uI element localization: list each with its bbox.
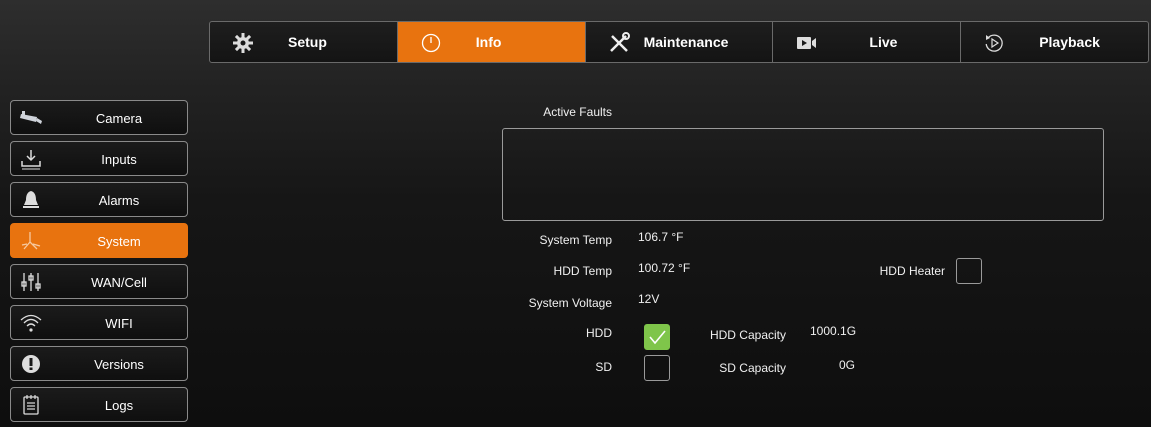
sidebar-item-alarms[interactable]: Alarms bbox=[10, 182, 188, 217]
tab-info[interactable]: Info bbox=[397, 22, 586, 62]
cctv-camera-icon bbox=[20, 111, 42, 124]
info-icon bbox=[22, 355, 40, 373]
hdd-temp-label: HDD Temp bbox=[553, 264, 612, 278]
hdd-heater-checkbox[interactable] bbox=[956, 258, 982, 284]
tab-maintenance-label: Maintenance bbox=[643, 34, 729, 50]
sidebar-item-logs[interactable]: Logs bbox=[10, 387, 188, 422]
sliders-icon bbox=[21, 273, 41, 291]
sd-label: SD bbox=[595, 360, 612, 374]
sidebar-item-label: Camera bbox=[95, 111, 143, 126]
sd-capacity-value: 0G bbox=[839, 358, 856, 372]
hdd-capacity-value: 1000.1G bbox=[810, 324, 857, 338]
sidebar-item-label: System bbox=[97, 234, 141, 249]
system-voltage-label: System Voltage bbox=[528, 296, 612, 310]
active-faults-label: Active Faults bbox=[543, 105, 612, 119]
wifi-icon bbox=[20, 314, 42, 332]
checkmark-icon bbox=[649, 330, 666, 345]
sidebar-item-wan-cell[interactable]: WAN/Cell bbox=[10, 264, 188, 299]
video-camera-icon bbox=[797, 37, 817, 49]
sd-capacity-label: SD Capacity bbox=[719, 361, 786, 375]
system-temp-value: 106.7 °F bbox=[638, 230, 684, 244]
tab-playback[interactable]: Playback bbox=[961, 22, 1148, 62]
system-voltage-value: 12V bbox=[638, 292, 660, 306]
tab-live[interactable]: Live bbox=[773, 22, 962, 62]
clock-icon bbox=[421, 33, 440, 53]
system-icon bbox=[21, 232, 41, 250]
sidebar-item-wifi[interactable]: WIFI bbox=[10, 305, 188, 340]
inputs-icon bbox=[21, 150, 41, 170]
hdd-checkbox[interactable] bbox=[644, 324, 670, 350]
sd-checkbox[interactable] bbox=[644, 355, 670, 381]
top-navigation: Setup Info Maintenance Live Playback bbox=[209, 21, 1149, 63]
sidebar-item-label: Alarms bbox=[98, 193, 140, 208]
sidebar-item-camera[interactable]: Camera bbox=[10, 100, 188, 135]
hdd-heater-label: HDD Heater bbox=[879, 264, 945, 278]
tab-info-label: Info bbox=[475, 34, 502, 50]
replay-icon bbox=[985, 34, 1003, 52]
active-faults-list[interactable] bbox=[502, 128, 1104, 221]
gear-icon bbox=[233, 33, 253, 53]
tools-icon bbox=[609, 32, 630, 52]
hdd-capacity-label: HDD Capacity bbox=[709, 328, 786, 342]
tab-setup-label: Setup bbox=[288, 34, 327, 50]
tab-maintenance[interactable]: Maintenance bbox=[586, 22, 774, 62]
sidebar-item-versions[interactable]: Versions bbox=[10, 346, 188, 381]
sidebar-item-label: WIFI bbox=[105, 316, 133, 331]
hdd-temp-value: 100.72 °F bbox=[638, 261, 691, 275]
sidebar-item-label: Versions bbox=[94, 357, 144, 372]
bell-icon bbox=[23, 191, 39, 208]
hdd-label: HDD bbox=[586, 326, 612, 340]
sidebar-item-label: Inputs bbox=[101, 152, 137, 167]
sidebar-item-label: WAN/Cell bbox=[91, 275, 147, 290]
tab-live-label: Live bbox=[869, 34, 898, 50]
sidebar-item-inputs[interactable]: Inputs bbox=[10, 141, 188, 176]
system-temp-label: System Temp bbox=[539, 233, 612, 247]
tab-setup[interactable]: Setup bbox=[210, 22, 398, 62]
sidebar-item-label: Logs bbox=[104, 398, 134, 413]
tab-playback-label: Playback bbox=[1039, 34, 1100, 50]
sidebar-item-system[interactable]: System bbox=[10, 223, 188, 258]
log-icon bbox=[23, 395, 39, 415]
